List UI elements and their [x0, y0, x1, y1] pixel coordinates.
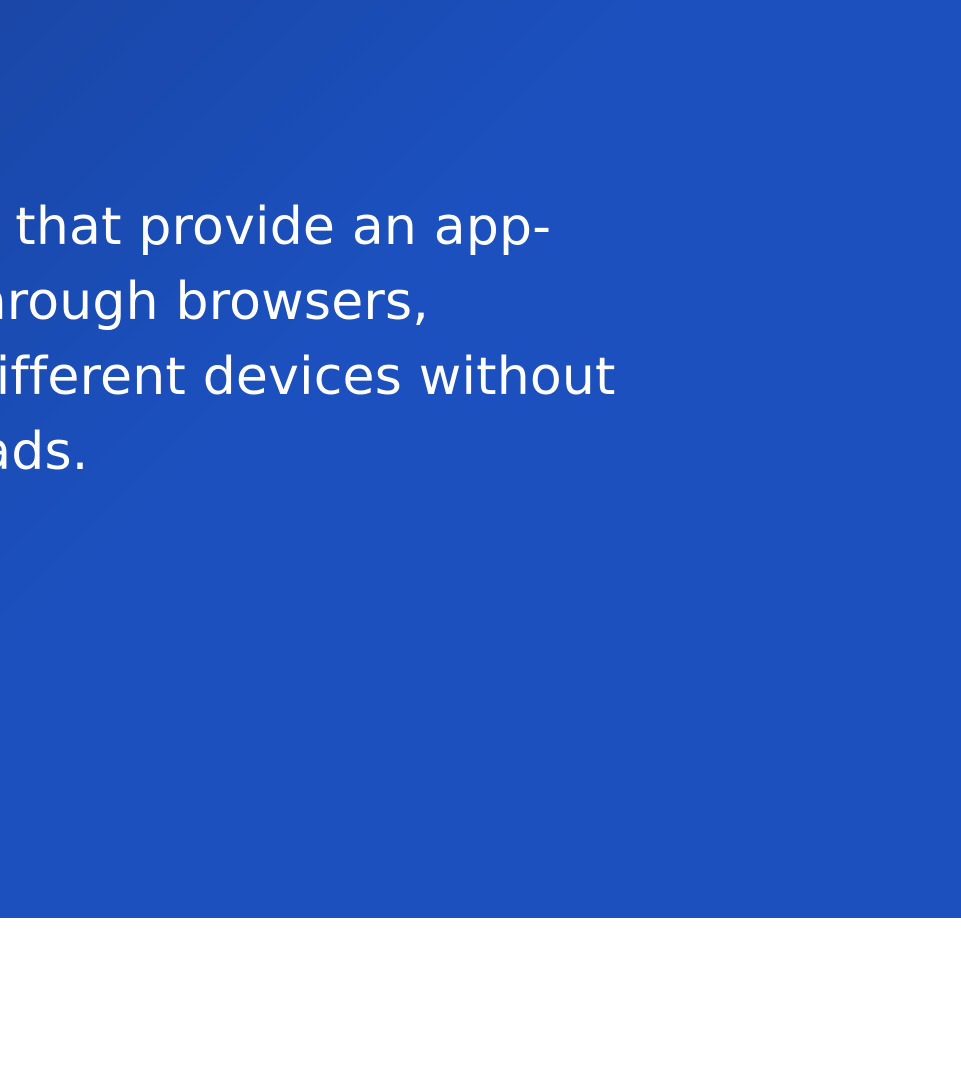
- hero-description-line-1: cations that provide an app-: [0, 197, 552, 257]
- page-background-below-hero: [0, 918, 961, 1090]
- hero-description: cations that provide an app- ence throug…: [0, 190, 810, 490]
- hero-section: cations that provide an app- ence throug…: [0, 0, 961, 918]
- hero-description-line-4: lownloads.: [0, 422, 89, 482]
- hero-description-line-2: ence through browsers,: [0, 272, 429, 332]
- hero-description-line-3: cross different devices without: [0, 347, 616, 407]
